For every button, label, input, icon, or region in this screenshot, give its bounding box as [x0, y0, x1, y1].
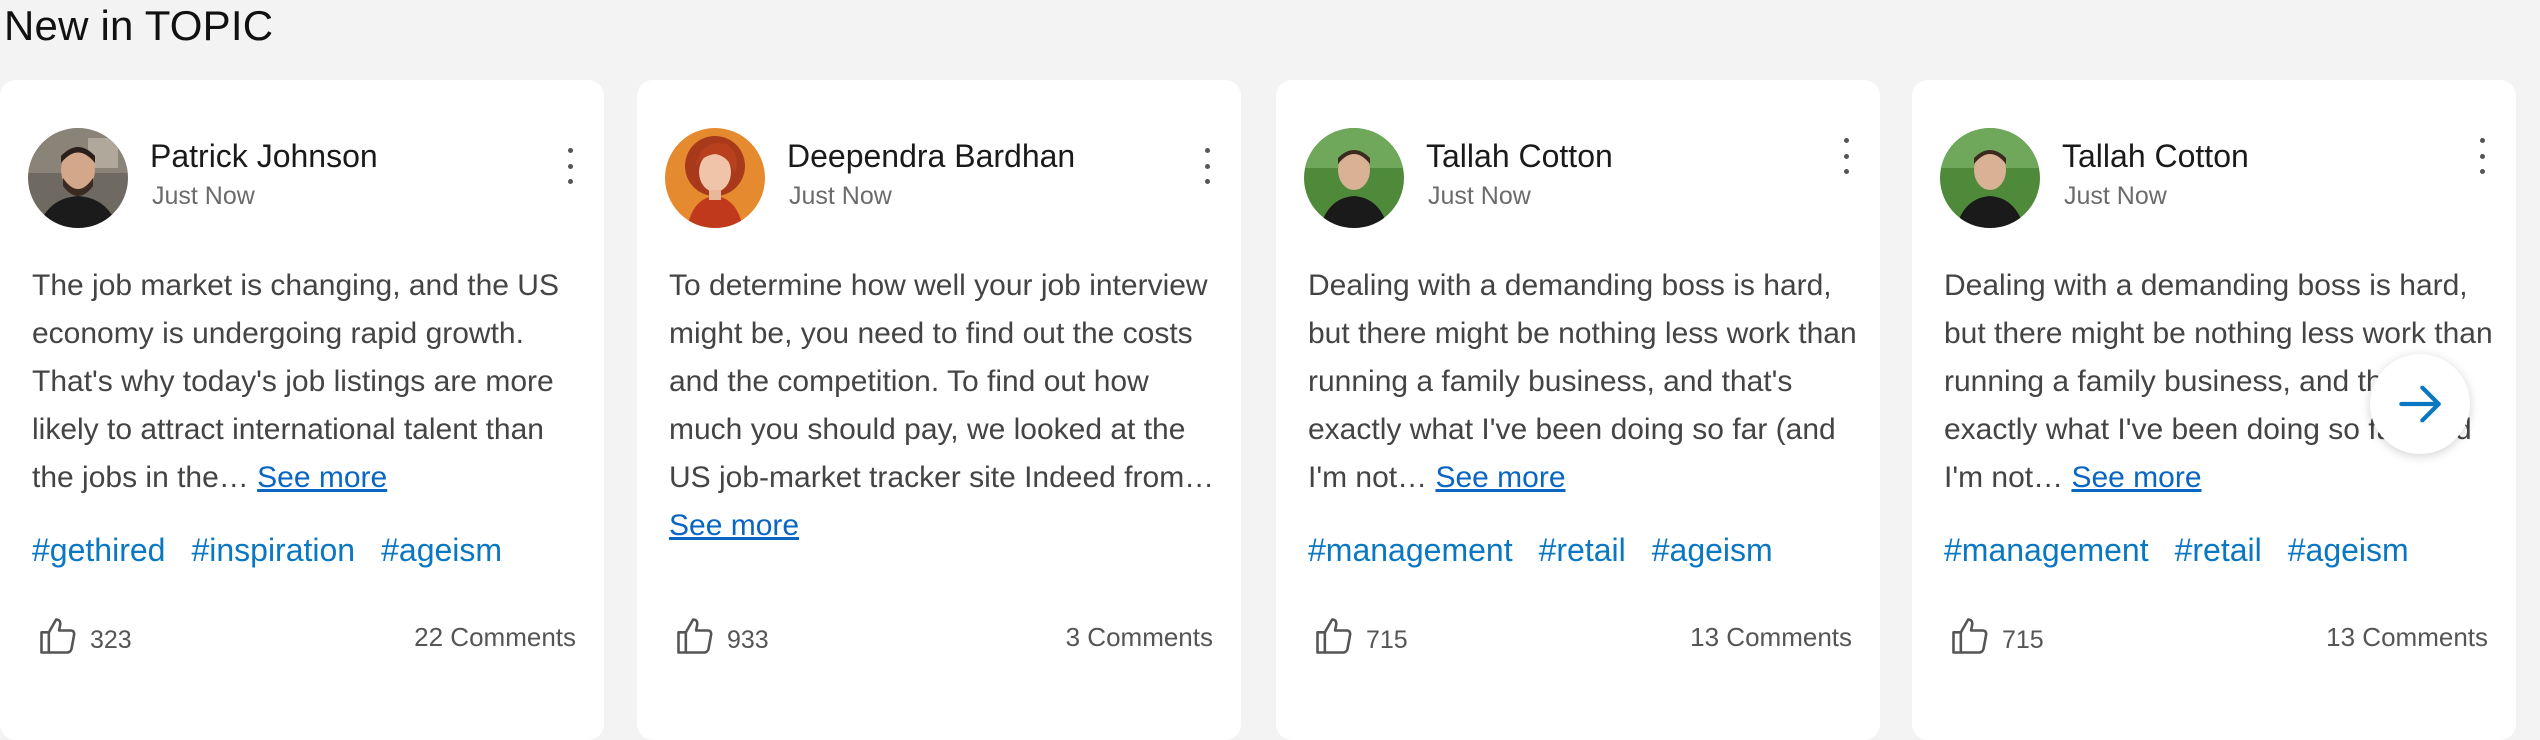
comments-link[interactable]: 22 Comments — [414, 622, 576, 653]
comments-link[interactable]: 3 Comments — [1066, 622, 1213, 653]
section-title: New in TOPIC — [4, 2, 274, 49]
more-options-icon[interactable] — [1836, 138, 1856, 174]
post-excerpt: To determine how well your job interview… — [669, 262, 1229, 550]
more-options-icon[interactable] — [2472, 138, 2492, 174]
post-excerpt: The job market is changing, and the US e… — [32, 262, 592, 502]
post-time: Just Now — [152, 182, 255, 210]
like-count: 715 — [2002, 625, 2044, 654]
see-more-link[interactable]: See more — [669, 509, 799, 542]
post-excerpt: Dealing with a demanding boss is hard, b… — [1308, 262, 1868, 502]
hashtag-link[interactable]: #gethired — [32, 532, 165, 568]
author-name[interactable]: Tallah Cotton — [1426, 138, 1613, 175]
hashtag-link[interactable]: #ageism — [2288, 532, 2409, 568]
post-text: Dealing with a demanding boss is hard, b… — [1308, 269, 1857, 494]
tag-list: #gethired #inspiration #ageism — [32, 532, 528, 569]
like-count: 715 — [1366, 625, 1408, 654]
card-carousel: Patrick Johnson Just Now The job market … — [0, 80, 2540, 740]
thumbs-up-icon — [40, 618, 76, 654]
thumbs-up-icon — [1316, 618, 1352, 654]
see-more-link[interactable]: See more — [2071, 461, 2201, 494]
post-card[interactable]: Deependra Bardhan Just Now To determine … — [637, 80, 1241, 740]
author-name[interactable]: Deependra Bardhan — [787, 138, 1075, 175]
like-count: 933 — [727, 625, 769, 654]
hashtag-link[interactable]: #inspiration — [191, 532, 355, 568]
avatar[interactable] — [1940, 128, 2040, 228]
thumbs-up-icon — [677, 618, 713, 654]
like-button[interactable]: 715 — [1948, 614, 2044, 658]
hashtag-link[interactable]: #retail — [2175, 532, 2262, 568]
comments-link[interactable]: 13 Comments — [1690, 622, 1852, 653]
avatar[interactable] — [1304, 128, 1404, 228]
hashtag-link[interactable]: #retail — [1539, 532, 1626, 568]
thumbs-up-icon — [1952, 618, 1988, 654]
see-more-link[interactable]: See more — [257, 461, 387, 494]
like-count: 323 — [90, 625, 132, 654]
hashtag-link[interactable]: #ageism — [381, 532, 502, 568]
tag-list: #management #retail #ageism — [1308, 532, 1799, 569]
avatar[interactable] — [665, 128, 765, 228]
see-more-link[interactable]: See more — [1435, 461, 1565, 494]
hashtag-link[interactable]: #management — [1944, 532, 2149, 568]
like-button[interactable]: 323 — [36, 614, 132, 658]
more-options-icon[interactable] — [560, 148, 580, 184]
author-name[interactable]: Patrick Johnson — [150, 138, 378, 175]
author-name[interactable]: Tallah Cotton — [2062, 138, 2249, 175]
arrow-right-icon — [2399, 385, 2441, 423]
post-card[interactable]: Patrick Johnson Just Now The job market … — [0, 80, 604, 740]
like-button[interactable]: 933 — [673, 614, 769, 658]
like-button[interactable]: 715 — [1312, 614, 1408, 658]
hashtag-link[interactable]: #ageism — [1652, 532, 1773, 568]
tag-list: #management #retail #ageism — [1944, 532, 2435, 569]
hashtag-link[interactable]: #management — [1308, 532, 1513, 568]
post-time: Just Now — [1428, 182, 1531, 210]
avatar[interactable] — [28, 128, 128, 228]
carousel-next-button[interactable] — [2370, 354, 2470, 454]
comments-link[interactable]: 13 Comments — [2326, 622, 2488, 653]
post-card[interactable]: Tallah Cotton Just Now Dealing with a de… — [1276, 80, 1880, 740]
post-time: Just Now — [2064, 182, 2167, 210]
post-text: To determine how well your job interview… — [669, 269, 1215, 494]
post-time: Just Now — [789, 182, 892, 210]
more-options-icon[interactable] — [1197, 148, 1217, 184]
